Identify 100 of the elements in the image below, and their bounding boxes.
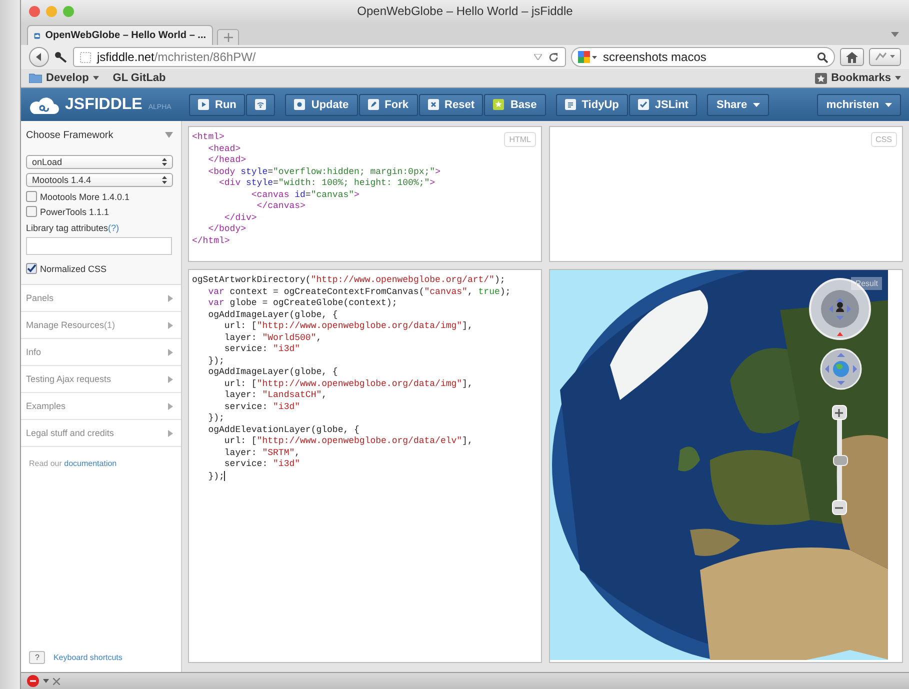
toolbar-button[interactable]: Fork	[358, 94, 418, 116]
new-tab-button[interactable]	[217, 29, 239, 45]
html-editor[interactable]: <html> <head> </head> <body style="overflow:hidden; margin:0px;"> <div style="width: 100%; height: 100%;"> <canvas id="canvas"> </canvas> </div> </body> </html> HTML	[188, 126, 542, 262]
collapse-icon[interactable]	[165, 132, 173, 138]
share-button[interactable]: Share	[707, 94, 770, 116]
code-line: service: "i3d"	[223, 344, 300, 356]
stepper-icon	[162, 158, 167, 166]
code-line: layer: "SRTM",	[223, 448, 300, 459]
bookmarks-menu[interactable]: Bookmarks	[815, 72, 901, 84]
expand-icon[interactable]	[168, 322, 173, 328]
code-line: ogAddImageLayer(globe, {	[207, 310, 338, 321]
code-line: });	[207, 413, 224, 424]
toolbar-button[interactable]: Update	[285, 94, 358, 116]
caret-icon[interactable]	[891, 32, 899, 37]
documentation-link[interactable]: documentation	[64, 459, 117, 468]
section-title: Choose Framework	[26, 130, 114, 140]
zoom-icon[interactable]	[63, 6, 74, 16]
expand-icon[interactable]	[168, 348, 173, 356]
key-hint: ?	[29, 651, 46, 664]
code-line: });	[207, 470, 226, 482]
checkbox-label: PowerTools 1.1.1	[40, 206, 110, 216]
user-menu-button[interactable]: mchristen	[817, 94, 901, 116]
dropdown[interactable]: Mootools 1.4.4	[26, 173, 173, 187]
css-editor[interactable]: CSS	[549, 126, 903, 262]
toolbar-button[interactable]: Run	[189, 94, 246, 116]
page-icon	[80, 52, 91, 62]
zoom-in-button[interactable]	[832, 405, 846, 420]
section-link[interactable]: Examples	[26, 401, 66, 411]
expand-icon[interactable]	[168, 376, 173, 382]
star-icon	[493, 99, 504, 110]
search-icon[interactable]	[817, 52, 828, 62]
globe-control-icon[interactable]	[820, 348, 862, 390]
javascript-editor[interactable]	[188, 269, 542, 663]
toolbar-button[interactable]: TidyUp	[556, 94, 628, 116]
reload-icon[interactable]	[548, 52, 559, 62]
caret-icon	[753, 102, 760, 106]
close-icon[interactable]	[53, 678, 60, 684]
code-line: <head>	[207, 144, 241, 155]
code-line: </html>	[192, 236, 230, 247]
zoom-out-button[interactable]	[832, 500, 846, 515]
code-line: </canvas>	[256, 201, 306, 212]
cloud-logo-icon	[29, 94, 59, 114]
toolbar-button[interactable]: Base	[484, 94, 546, 116]
toolbar-button[interactable]: JSLint	[628, 94, 698, 116]
browser-tab[interactable]: OpenWebGlobe – Hello World – ...	[27, 25, 213, 45]
bookmarks-icon	[815, 72, 828, 84]
code-line: </head>	[207, 155, 246, 166]
toolbar-button[interactable]: Reset	[418, 94, 484, 116]
code-line: layer: "LandsatCH",	[223, 390, 328, 402]
checkbox-label: Normalized CSS	[40, 264, 107, 274]
code-line: url: ["http://www.openwebglobe.org/data/elv"],	[223, 436, 473, 448]
code-line: <html>	[192, 132, 224, 144]
checkbox[interactable]	[26, 191, 37, 202]
addon-button[interactable]	[869, 48, 901, 66]
help-link[interactable]: (?)	[108, 223, 120, 233]
zoom-slider[interactable]	[832, 405, 846, 515]
shortcuts-link[interactable]: Keyboard shortcuts	[53, 653, 122, 662]
expand-icon[interactable]	[168, 402, 173, 410]
addon-icon	[874, 52, 896, 62]
search-engine-icon[interactable]	[578, 50, 598, 64]
input-field[interactable]	[26, 237, 172, 255]
checkbox[interactable]	[26, 206, 37, 217]
caret-icon	[895, 76, 901, 80]
plus-icon	[224, 33, 232, 42]
slider-thumb[interactable]	[832, 455, 848, 466]
caret-icon[interactable]	[43, 679, 49, 683]
address-field[interactable]: jsfiddle.net/mchristen/86hPW/	[73, 47, 566, 67]
back-icon	[34, 52, 44, 62]
pencil-icon	[368, 99, 379, 110]
code-line: <body style="overflow:hidden; margin:0px;">	[207, 166, 440, 178]
bookmark-item[interactable]: Develop	[29, 72, 99, 84]
code-line: ogSetArtworkDirectory("http://www.openwebglobe.org/art/");	[192, 275, 506, 286]
back-button[interactable]	[29, 47, 49, 67]
wireless-icon	[255, 99, 266, 110]
code-line: var globe = ogCreateGlobe(context);	[207, 298, 398, 310]
home-button[interactable]	[840, 48, 864, 66]
check-icon	[638, 99, 649, 110]
section-link[interactable]: Panels	[26, 293, 54, 303]
section-link[interactable]: Info	[26, 347, 42, 357]
checkbox[interactable]	[26, 263, 37, 274]
section-link[interactable]: Legal stuff and credits	[26, 428, 114, 438]
play-icon	[198, 99, 209, 110]
expand-icon[interactable]	[168, 294, 173, 302]
section-link[interactable]: Manage Resources(1)	[26, 320, 116, 330]
section-link[interactable]: Testing Ajax requests	[26, 374, 112, 384]
dropdown-icon[interactable]	[534, 54, 542, 60]
search-field[interactable]: screenshots macos	[571, 47, 835, 67]
checkbox-label: Mootools More 1.4.0.1	[40, 192, 130, 202]
wireless-button[interactable]	[246, 94, 276, 116]
key-icon[interactable]	[54, 51, 68, 63]
addon-icon[interactable]	[27, 675, 39, 687]
expand-icon[interactable]	[168, 430, 173, 436]
folder-icon	[29, 73, 42, 83]
code-line: var context = ogCreateContextFromCanvas("canvas", true);	[207, 286, 511, 298]
code-line: url: ["http://www.openwebglobe.org/data/img"],	[223, 378, 473, 390]
panel-label: HTML	[504, 132, 536, 147]
dropdown[interactable]: onLoad	[26, 155, 173, 169]
code-line: service: "i3d"	[223, 402, 300, 413]
close-icon[interactable]	[29, 6, 40, 16]
bookmark-item[interactable]: GL GitLab	[112, 72, 166, 84]
